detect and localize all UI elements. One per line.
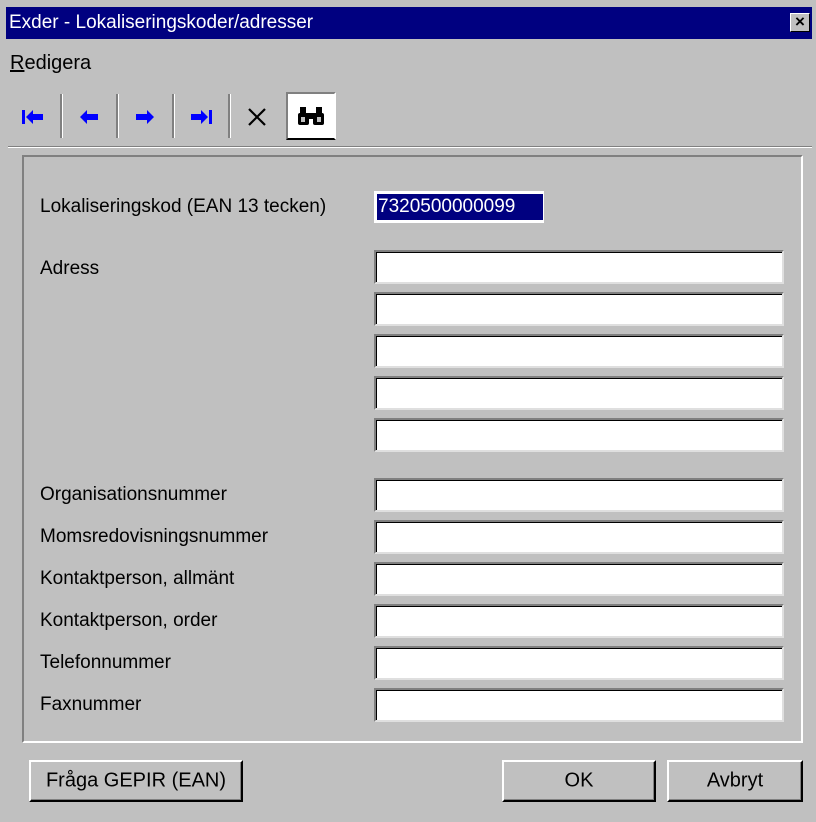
toolbar bbox=[8, 92, 360, 142]
toolbar-separator bbox=[228, 94, 231, 138]
binoculars-icon bbox=[298, 107, 324, 125]
phone-input[interactable] bbox=[374, 646, 784, 680]
previous-record-button[interactable] bbox=[64, 92, 114, 142]
location-code-value: 7320500000099 bbox=[377, 194, 543, 220]
close-button[interactable]: × bbox=[790, 13, 810, 32]
ok-button[interactable]: OK bbox=[502, 760, 656, 802]
address-line-3-input[interactable] bbox=[374, 334, 784, 368]
code-label: Lokaliseringskod (EAN 13 tecken) bbox=[40, 196, 327, 217]
org-number-input[interactable] bbox=[374, 478, 784, 512]
cancel-label: Avbryt bbox=[706, 769, 764, 792]
address-line-2-input[interactable] bbox=[374, 292, 784, 326]
last-arrow-icon bbox=[191, 110, 212, 124]
phone-label: Telefonnummer bbox=[40, 652, 171, 673]
fax-label: Faxnummer bbox=[40, 694, 142, 715]
menu-redigera-label: edigera bbox=[24, 52, 92, 74]
title-bar[interactable]: Exder - Lokaliseringskoder/adresser × bbox=[6, 7, 812, 39]
contact-order-input[interactable] bbox=[374, 604, 784, 638]
location-code-input[interactable]: 7320500000099 bbox=[374, 191, 544, 223]
ok-label: OK bbox=[564, 769, 594, 792]
contact-general-input[interactable] bbox=[374, 562, 784, 596]
toolbar-divider-highlight bbox=[8, 147, 812, 148]
cancel-button[interactable]: Avbryt bbox=[667, 760, 803, 802]
vat-number-label: Momsredovisningsnummer bbox=[40, 526, 269, 547]
toolbar-separator bbox=[60, 94, 63, 138]
close-icon: × bbox=[795, 12, 805, 31]
contact-order-label: Kontaktperson, order bbox=[40, 610, 218, 631]
contact-general-label: Kontaktperson, allmänt bbox=[40, 568, 235, 589]
menu-redigera[interactable]: Redigera bbox=[10, 52, 91, 75]
delete-button[interactable] bbox=[232, 92, 282, 142]
menu-redigera-mnemonic: R bbox=[10, 52, 25, 74]
right-arrow-icon bbox=[136, 110, 154, 124]
toolbar-separator bbox=[172, 94, 175, 138]
fax-input[interactable] bbox=[374, 688, 784, 722]
address-line-1-input[interactable] bbox=[374, 250, 784, 284]
delete-x-icon bbox=[248, 108, 266, 126]
query-gepir-button[interactable]: Fråga GEPIR (EAN) bbox=[29, 760, 243, 802]
first-record-button[interactable] bbox=[8, 92, 58, 142]
window-title: Exder - Lokaliseringskoder/adresser bbox=[9, 12, 314, 33]
toolbar-separator bbox=[116, 94, 119, 138]
first-arrow-icon bbox=[22, 110, 43, 124]
org-number-label: Organisationsnummer bbox=[40, 484, 227, 505]
vat-number-input[interactable] bbox=[374, 520, 784, 554]
left-arrow-icon bbox=[80, 110, 98, 124]
next-record-button[interactable] bbox=[120, 92, 170, 142]
dialog-window: Exder - Lokaliseringskoder/adresser × Re… bbox=[0, 0, 816, 822]
address-label: Adress bbox=[40, 258, 100, 279]
address-line-4-input[interactable] bbox=[374, 376, 784, 410]
address-line-5-input[interactable] bbox=[374, 418, 784, 452]
last-record-button[interactable] bbox=[176, 92, 226, 142]
find-button[interactable] bbox=[286, 92, 336, 140]
query-gepir-label: Fråga GEPIR (EAN) bbox=[45, 769, 227, 792]
